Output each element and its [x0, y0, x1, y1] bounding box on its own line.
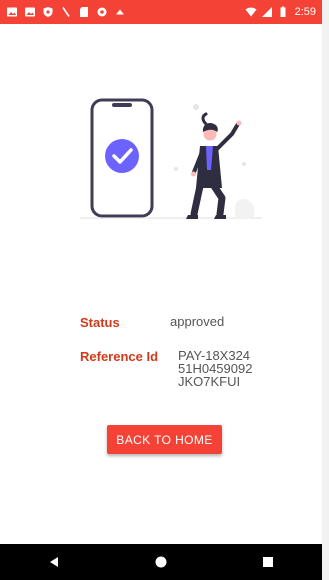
nav-recents-button[interactable] — [248, 544, 288, 580]
payment-result-screen: 2:59 Status approved Reference Id PAY-18… — [0, 0, 322, 580]
nav-home-button[interactable] — [141, 544, 181, 580]
signal-icon — [261, 7, 272, 17]
reference-value: PAY-18X324 51H0459092 JKO7KFUI — [178, 348, 253, 389]
status-label: Status — [80, 315, 120, 330]
status-row: Status approved — [80, 315, 224, 330]
wifi-icon — [245, 7, 257, 17]
back-to-home-button[interactable]: BACK TO HOME — [107, 425, 222, 454]
home-icon — [155, 556, 167, 568]
recents-icon — [263, 557, 274, 567]
reference-row: Reference Id PAY-18X324 51H0459092 JKO7K… — [80, 349, 278, 388]
status-value: approved — [170, 314, 225, 329]
phone-illustration — [90, 98, 154, 218]
sd-card-icon — [80, 7, 88, 17]
nav-back-button[interactable] — [34, 544, 74, 580]
content-area: Status approved Reference Id PAY-18X324 … — [0, 24, 322, 544]
image-icon — [7, 7, 17, 17]
payment-success-illustration — [80, 98, 262, 219]
image-icon — [25, 7, 35, 17]
woman-illustration — [186, 112, 242, 219]
slash-icon — [62, 7, 70, 17]
status-bar: 2:59 — [0, 0, 322, 24]
status-time: 2:59 — [294, 6, 316, 18]
navigation-bar — [0, 544, 322, 580]
cloud-icon — [116, 9, 124, 15]
circle-icon — [97, 7, 107, 17]
battery-icon — [280, 6, 286, 17]
reference-label: Reference Id — [80, 349, 159, 364]
shield-icon — [43, 7, 53, 17]
back-icon — [49, 557, 58, 567]
